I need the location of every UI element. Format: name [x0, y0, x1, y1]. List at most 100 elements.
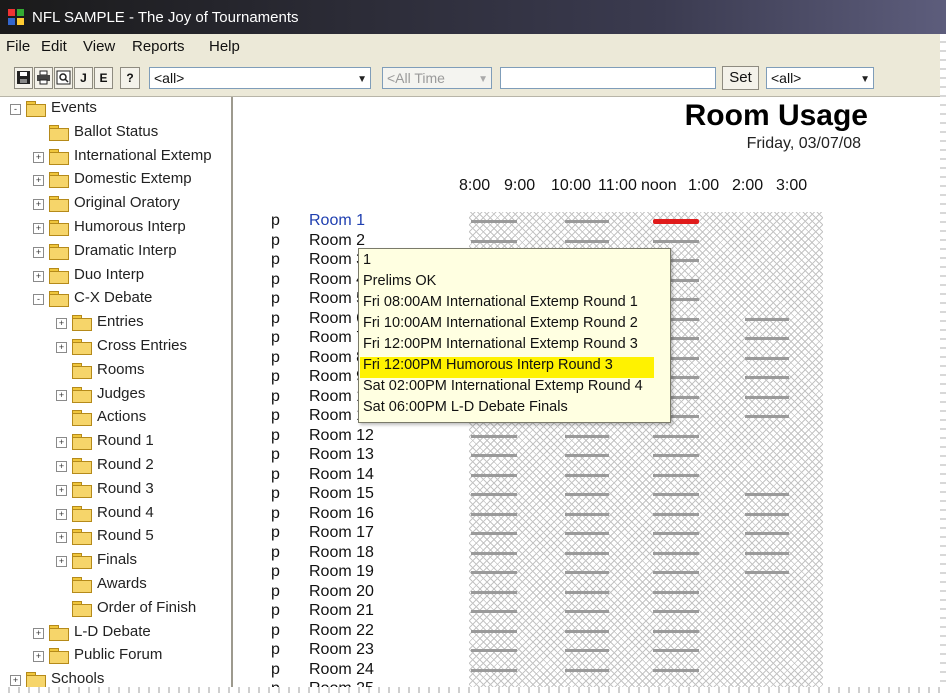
expand-icon[interactable]: +: [56, 532, 67, 544]
room-name[interactable]: Room 16: [309, 505, 374, 523]
room-name[interactable]: Room 19: [309, 563, 374, 581]
room-name[interactable]: Room 18: [309, 544, 374, 562]
room-row[interactable]: p Room 23: [233, 641, 463, 660]
usage-bar[interactable]: [653, 532, 699, 535]
expand-icon[interactable]: +: [56, 508, 67, 520]
room-filter-combo[interactable]: <all> ▼: [766, 67, 874, 89]
room-name[interactable]: Room 1: [309, 212, 365, 230]
usage-bar[interactable]: [565, 571, 609, 574]
tree-item-order-of-finish[interactable]: Order of Finish: [0, 599, 229, 621]
help-icon[interactable]: ?: [120, 67, 140, 89]
room-name[interactable]: Room 4: [309, 271, 365, 289]
expand-icon[interactable]: +: [33, 627, 44, 639]
usage-bar[interactable]: [745, 571, 789, 574]
expand-icon[interactable]: +: [33, 199, 44, 211]
print-icon[interactable]: [34, 67, 53, 89]
tree-item-international-extemp[interactable]: + International Extemp: [0, 147, 229, 169]
usage-bar[interactable]: [653, 610, 699, 613]
search-input[interactable]: [500, 67, 716, 89]
expand-icon[interactable]: +: [10, 675, 21, 687]
menu-file[interactable]: File: [6, 38, 30, 55]
room-row[interactable]: p Room 12: [233, 427, 463, 446]
usage-bar[interactable]: [745, 356, 789, 360]
usage-bar[interactable]: [653, 629, 699, 633]
usage-bar[interactable]: [745, 551, 789, 555]
usage-bar[interactable]: [653, 473, 699, 477]
menu-help[interactable]: Help: [209, 38, 240, 55]
tree-item-duo-interp[interactable]: + Duo Interp: [0, 266, 229, 288]
tree-item-humorous-interp[interactable]: + Humorous Interp: [0, 218, 229, 240]
room-row[interactable]: p Room 20: [233, 583, 463, 602]
usage-bar[interactable]: [471, 610, 517, 613]
usage-bar[interactable]: [471, 473, 517, 477]
tree-item-round-5[interactable]: + Round 5: [0, 527, 229, 549]
expand-icon[interactable]: +: [56, 484, 67, 496]
usage-bar[interactable]: [745, 376, 789, 379]
menu-view[interactable]: View: [83, 38, 115, 55]
set-button[interactable]: Set: [722, 66, 759, 90]
usage-bar[interactable]: [745, 317, 789, 321]
room-name[interactable]: Room 17: [309, 524, 374, 542]
usage-bar[interactable]: [653, 590, 699, 594]
usage-bar[interactable]: [653, 668, 699, 672]
tree-item-round-3[interactable]: + Round 3: [0, 480, 229, 502]
usage-bar[interactable]: [471, 220, 517, 223]
usage-bar[interactable]: [565, 473, 609, 477]
expand-icon[interactable]: +: [56, 318, 67, 330]
room-name[interactable]: Room 13: [309, 446, 374, 464]
room-name[interactable]: Room 12: [309, 427, 374, 445]
usage-bar[interactable]: [565, 220, 609, 223]
usage-bar[interactable]: [471, 590, 517, 594]
expand-icon[interactable]: +: [33, 270, 44, 282]
room-row[interactable]: p Room 14: [233, 466, 463, 485]
menu-edit[interactable]: Edit: [41, 38, 67, 55]
usage-bar[interactable]: [471, 571, 517, 574]
room-name[interactable]: Room 20: [309, 583, 374, 601]
collapse-icon[interactable]: -: [33, 294, 44, 306]
usage-bar[interactable]: [565, 454, 609, 457]
usage-bar[interactable]: [471, 512, 517, 516]
usage-bar[interactable]: [653, 551, 699, 555]
room-name[interactable]: Room 6: [309, 310, 365, 328]
room-name[interactable]: Room 14: [309, 466, 374, 484]
usage-bar[interactable]: [653, 512, 699, 516]
usage-bar[interactable]: [471, 454, 517, 457]
usage-bar[interactable]: [565, 434, 609, 438]
room-name[interactable]: Room 23: [309, 641, 374, 659]
room-row[interactable]: p Room 13: [233, 446, 463, 465]
usage-bar[interactable]: [471, 649, 517, 652]
room-row[interactable]: p Room 16: [233, 505, 463, 524]
tree-item-awards[interactable]: Awards: [0, 575, 229, 597]
usage-bar[interactable]: [745, 512, 789, 516]
tree-item-dramatic-interp[interactable]: + Dramatic Interp: [0, 242, 229, 264]
usage-bar[interactable]: [565, 493, 609, 496]
expand-icon[interactable]: +: [33, 151, 44, 163]
usage-bar[interactable]: [653, 434, 699, 438]
usage-bar[interactable]: [565, 532, 609, 535]
tree-item-round-1[interactable]: + Round 1: [0, 432, 229, 454]
room-row[interactable]: p Room 18: [233, 544, 463, 563]
room-name[interactable]: Room 15: [309, 485, 374, 503]
usage-bar[interactable]: [653, 454, 699, 457]
room-row[interactable]: p Room 15: [233, 485, 463, 504]
e-button[interactable]: E: [94, 67, 113, 89]
room-row[interactable]: p Room 22: [233, 622, 463, 641]
usage-bar[interactable]: [471, 532, 517, 535]
menu-reports[interactable]: Reports: [132, 38, 185, 55]
usage-bar[interactable]: [565, 629, 609, 633]
expand-icon[interactable]: +: [33, 223, 44, 234]
usage-bar[interactable]: [471, 629, 517, 633]
usage-bar[interactable]: [745, 415, 789, 418]
tree-item-public-forum[interactable]: + Public Forum: [0, 646, 229, 668]
room-name[interactable]: Room 9: [309, 368, 365, 386]
expand-icon[interactable]: +: [56, 461, 67, 472]
room-row[interactable]: p Room 17: [233, 524, 463, 543]
room-row[interactable]: p Room 24: [233, 661, 463, 680]
room-name[interactable]: Room 3: [309, 251, 365, 269]
usage-bar[interactable]: [471, 239, 517, 243]
room-name[interactable]: Room 24: [309, 661, 374, 679]
time-filter-combo[interactable]: <All Time ▼: [382, 67, 492, 89]
tree-item-entries[interactable]: + Entries: [0, 313, 229, 335]
tree-item-domestic-extemp[interactable]: + Domestic Extemp: [0, 170, 229, 192]
usage-bar[interactable]: [471, 493, 517, 496]
